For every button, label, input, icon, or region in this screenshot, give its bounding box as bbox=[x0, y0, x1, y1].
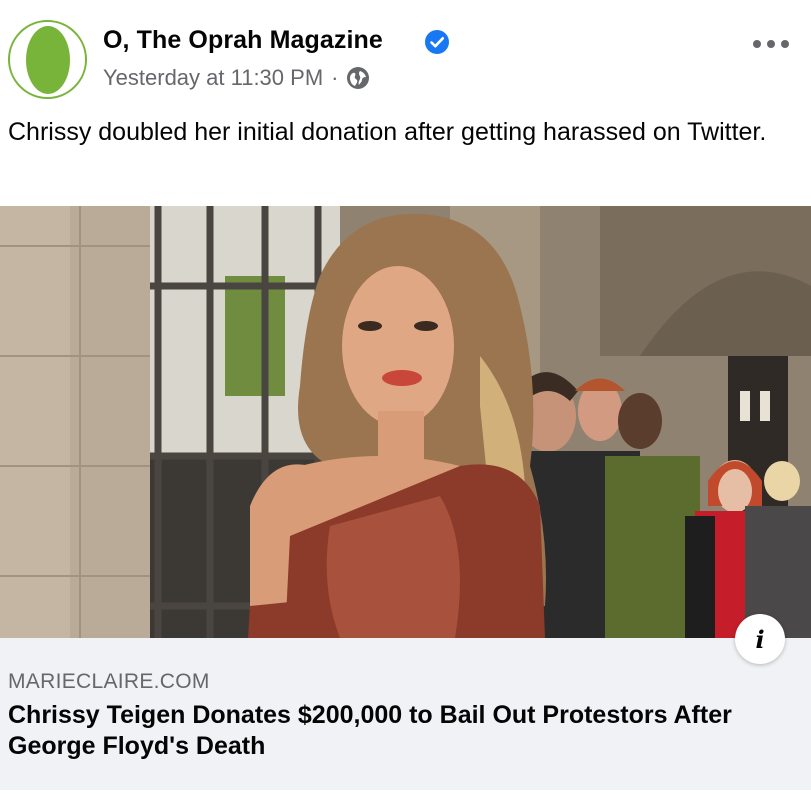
post-message: Chrissy doubled her initial donation aft… bbox=[8, 118, 767, 146]
info-button[interactable]: i bbox=[735, 614, 785, 664]
meta-separator: · bbox=[331, 65, 339, 90]
post-timestamp-link[interactable]: Yesterday at 11:30 PM bbox=[103, 65, 323, 91]
link-headline[interactable]: Chrissy Teigen Donates $200,000 to Bail … bbox=[8, 700, 803, 762]
link-domain: MARIECLAIRE.COM bbox=[8, 670, 210, 693]
more-options-button[interactable] bbox=[753, 34, 789, 54]
page-avatar[interactable] bbox=[8, 20, 87, 99]
post-meta: Yesterday at 11:30 PM · bbox=[103, 65, 370, 91]
facebook-post: O, The Oprah Magazine Yesterday at 11:30… bbox=[0, 0, 811, 799]
info-icon: i bbox=[755, 624, 765, 654]
link-preview-image[interactable] bbox=[0, 206, 811, 638]
oprah-logo-icon bbox=[25, 25, 70, 94]
more-dot bbox=[753, 40, 761, 48]
more-dot bbox=[767, 40, 775, 48]
post-bottom-edge bbox=[0, 790, 811, 799]
page-name-link[interactable]: O, The Oprah Magazine bbox=[103, 26, 383, 55]
verified-badge-icon bbox=[425, 30, 449, 54]
globe-icon[interactable] bbox=[346, 66, 370, 90]
more-dot bbox=[781, 40, 789, 48]
